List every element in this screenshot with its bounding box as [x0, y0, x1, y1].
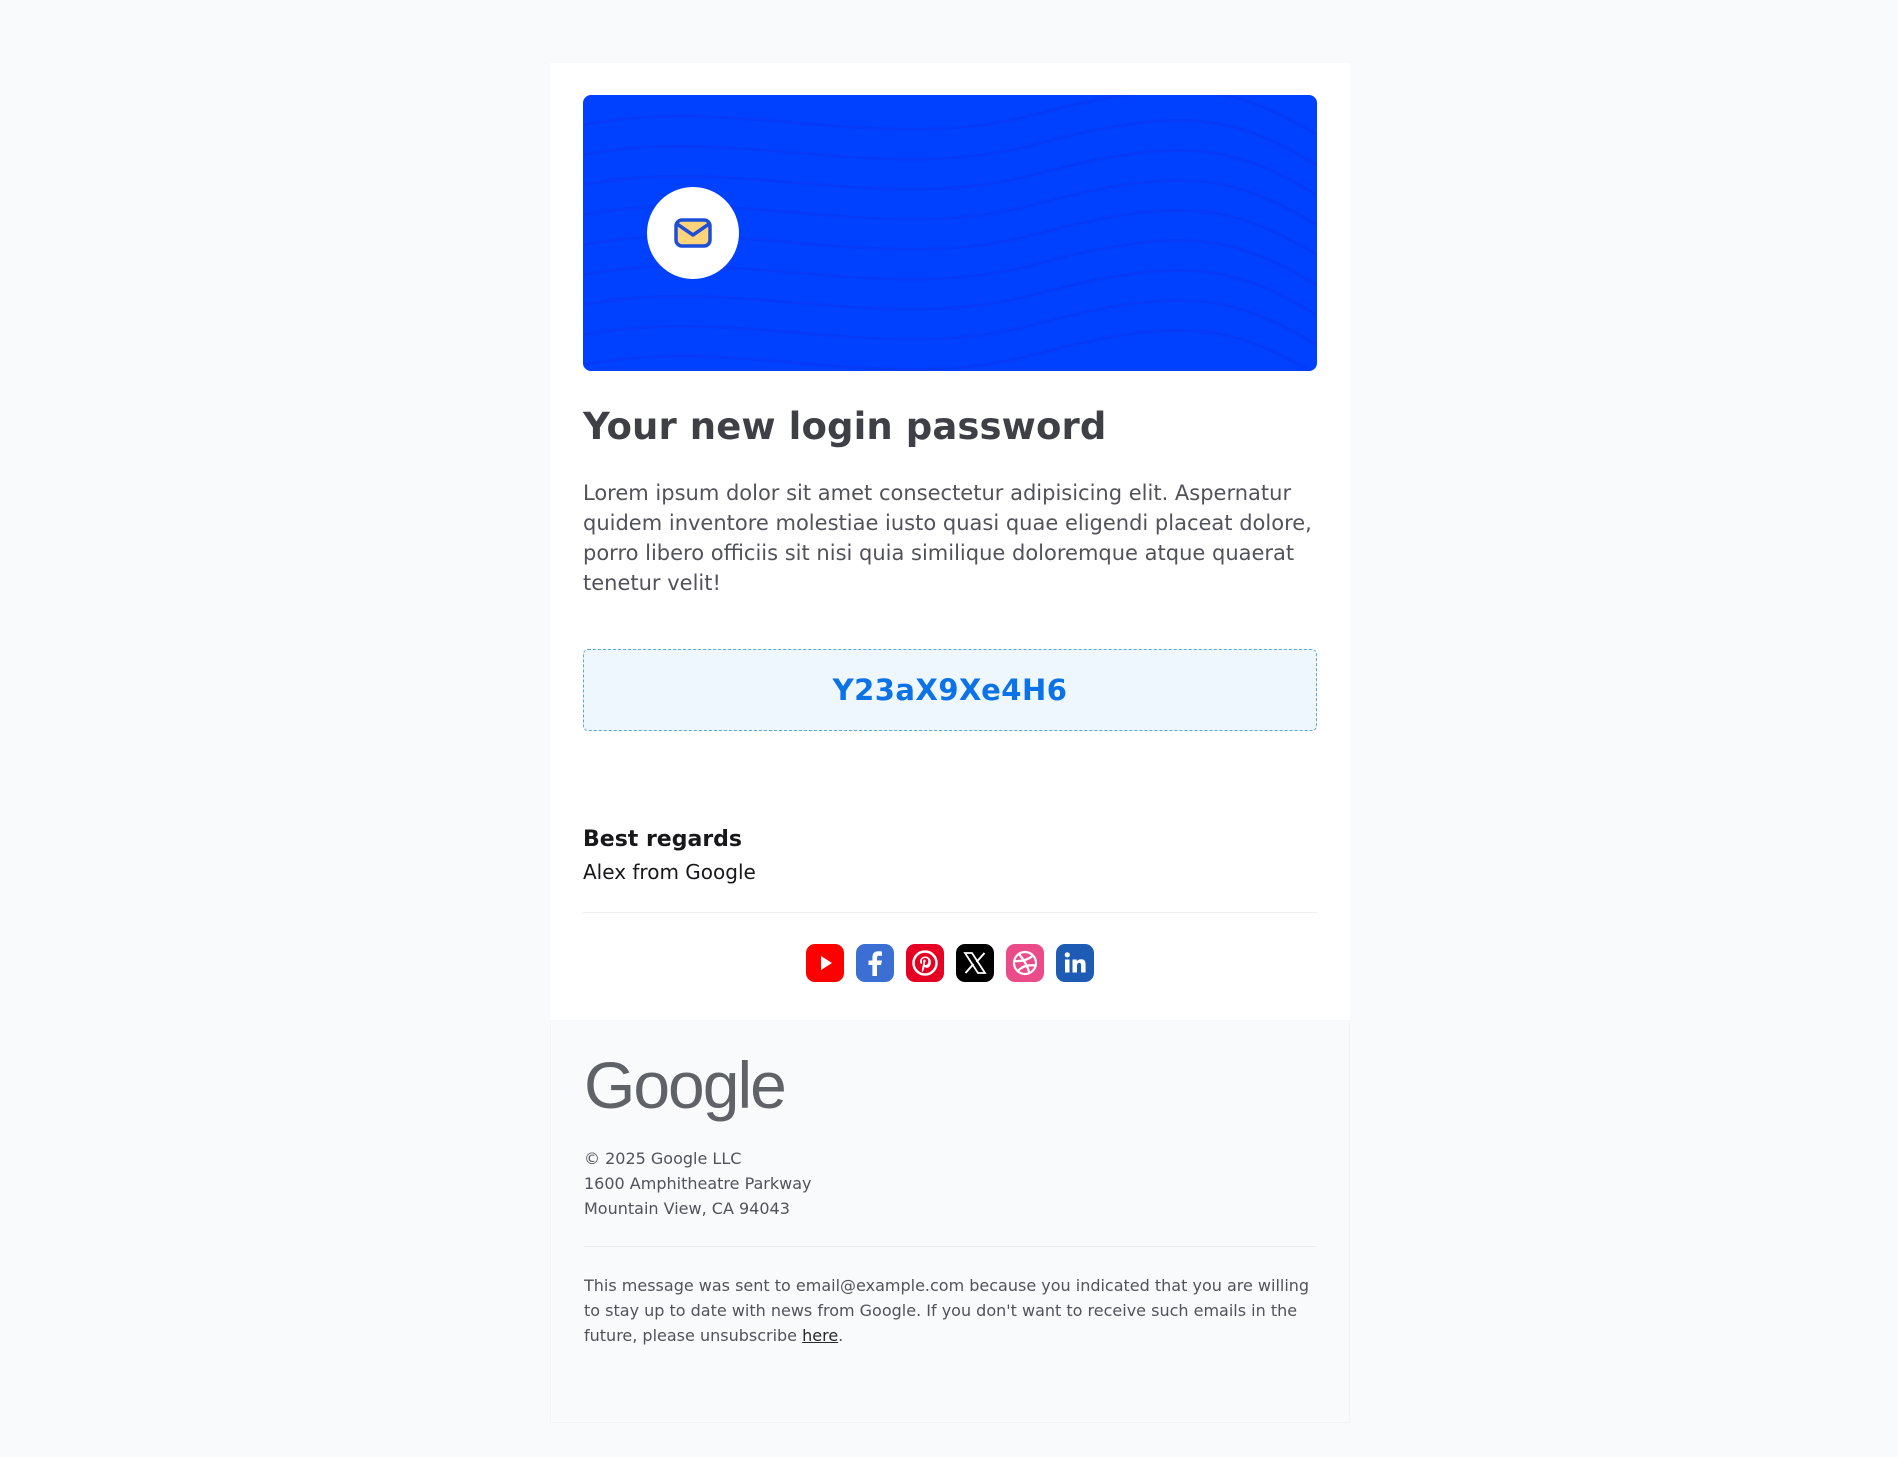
unsubscribe-notice: This message was sent to email@example.c…: [584, 1273, 1316, 1348]
notice-text: This message was sent to email@example.c…: [584, 1276, 1310, 1345]
email-body: Your new login password Lorem ipsum dolo…: [550, 63, 1350, 1020]
dribbble-icon[interactable]: [1006, 944, 1044, 982]
address-line-2: Mountain View, CA 94043: [584, 1199, 790, 1218]
google-logo: Google: [584, 1048, 787, 1122]
notice-end: .: [838, 1326, 844, 1345]
envelope-icon-circle: [647, 187, 739, 279]
facebook-icon[interactable]: [856, 944, 894, 982]
youtube-icon[interactable]: [806, 944, 844, 982]
social-links: [583, 913, 1317, 1020]
signoff-title: Best regards: [583, 827, 743, 852]
page-title: Your new login password: [583, 405, 1107, 448]
copyright: © 2025 Google LLC: [584, 1149, 742, 1168]
footer-divider: [584, 1246, 1316, 1247]
intro-text: Lorem ipsum dolor sit amet consectetur a…: [583, 481, 1312, 595]
password-value[interactable]: Y23aX9Xe4H6: [833, 673, 1068, 707]
pinterest-icon[interactable]: [906, 944, 944, 982]
envelope-icon: [674, 218, 712, 248]
email-card: Your new login password Lorem ipsum dolo…: [550, 63, 1350, 1423]
password-box[interactable]: Y23aX9Xe4H6: [583, 649, 1317, 731]
company-address: © 2025 Google LLC 1600 Amphitheatre Park…: [584, 1146, 1316, 1221]
address-line-1: 1600 Amphitheatre Parkway: [584, 1174, 812, 1193]
footer: Google © 2025 Google LLC 1600 Amphitheat…: [550, 1020, 1350, 1423]
signoff-name: Alex from Google: [583, 860, 756, 884]
x-icon[interactable]: [956, 944, 994, 982]
hero-banner: [583, 95, 1317, 371]
signoff: Best regards Alex from Google: [583, 827, 1317, 884]
unsubscribe-link[interactable]: here: [802, 1326, 838, 1345]
linkedin-icon[interactable]: [1056, 944, 1094, 982]
